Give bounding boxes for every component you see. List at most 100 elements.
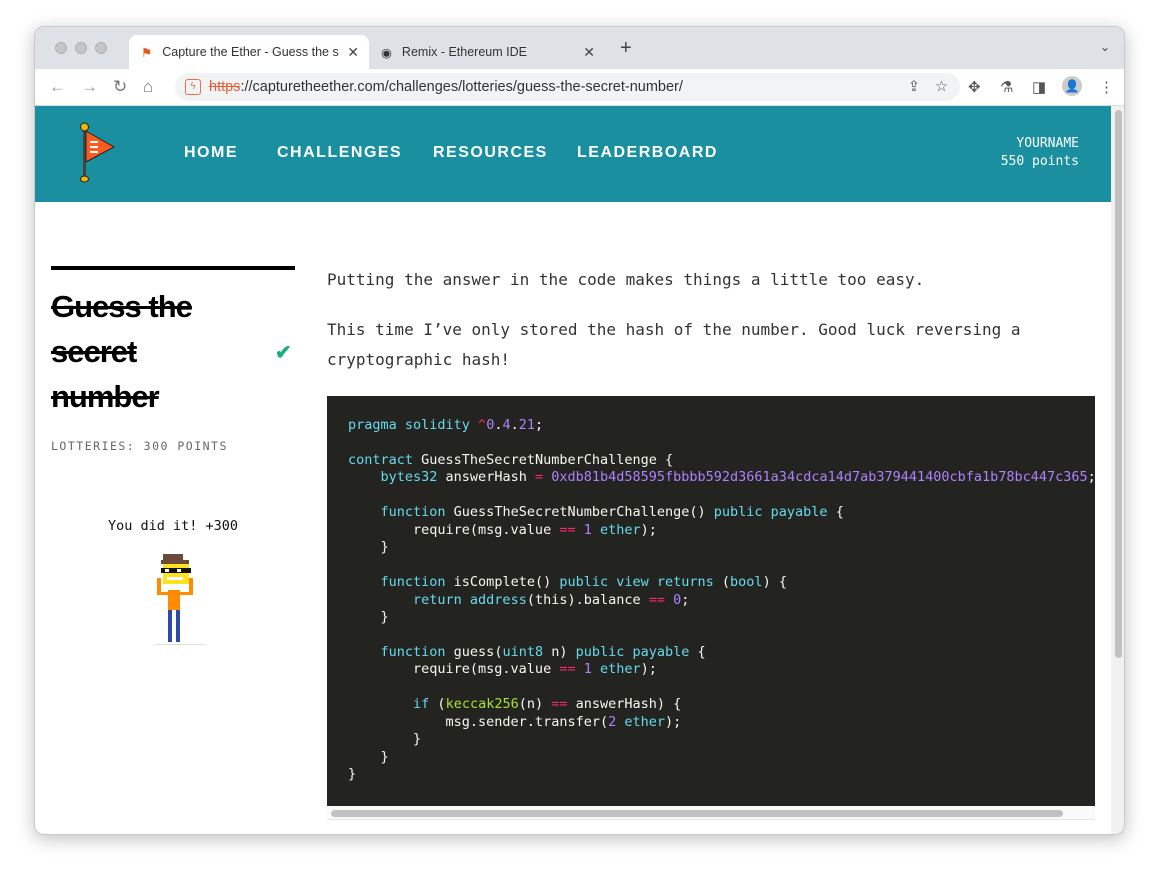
code-token: keccak256 (445, 696, 519, 713)
lab-icon[interactable]: ⚗ (1000, 78, 1013, 96)
code-token: (this).balance (526, 591, 649, 608)
extensions-icon[interactable]: ✥ (968, 78, 981, 96)
code-token: ; (535, 417, 544, 433)
tab-search-chevron-icon[interactable]: ⌄ (1100, 40, 1110, 54)
code-token: ; (1087, 469, 1095, 486)
code-token: guess( (445, 643, 503, 660)
user-points: 550 points (1000, 154, 1079, 169)
code-token: ( (429, 696, 446, 713)
close-tab-icon[interactable]: ✕ (583, 44, 595, 61)
home-icon[interactable]: ⌂ (143, 77, 153, 97)
code-token: (n) (518, 696, 552, 713)
code-token: == (559, 521, 576, 538)
code-token: 1 (575, 661, 592, 678)
code-block: ​pragma solidity ^0.4.21;​​contract Gues… (327, 396, 1095, 806)
completed-check-icon: ✔ (275, 342, 292, 364)
forward-icon[interactable]: → (81, 77, 98, 97)
code-token: GuessTheSecretNumberChallenge() (445, 504, 714, 521)
code-token: 1 (575, 521, 592, 538)
code-token: ) { (762, 574, 787, 591)
code-token: uint8 (502, 643, 544, 660)
tab-remix[interactable]: ◉ Remix - Ethereum IDE ✕ (369, 35, 605, 69)
code-line: ​ (348, 487, 1095, 504)
toolbar: ← → ↻ ⌂ ϟ https://capturetheether.com/ch… (35, 69, 1124, 106)
code-token: contract (348, 451, 414, 468)
code-line: ​ require(msg.value == 1 ether); (348, 522, 1095, 539)
code-token: require(msg.value (348, 661, 560, 678)
minimize-window-button[interactable] (75, 42, 87, 54)
close-window-button[interactable] (55, 42, 67, 54)
code-line: ​pragma solidity ^0.4.21; (348, 417, 1095, 434)
code-token: pragma solidity (348, 417, 479, 433)
nav-challenges[interactable]: CHALLENGES (277, 144, 402, 162)
menu-kebab-icon[interactable]: ⋮ (1099, 78, 1114, 96)
nav-home[interactable]: HOME (184, 144, 238, 162)
address-bar[interactable]: ϟ https://capturetheether.com/challenges… (175, 73, 960, 101)
code-line: ​ } (348, 609, 1095, 626)
code-token: ether (591, 661, 641, 678)
code-token: } (348, 539, 389, 556)
code-token: return address (413, 591, 527, 608)
code-token: == (648, 591, 666, 608)
code-token: function (380, 504, 446, 521)
code-line: ​ (348, 626, 1095, 643)
title-rule (51, 266, 295, 270)
description-2: This time I’ve only stored the hash of t… (327, 320, 1021, 369)
code-line: ​ function isComplete() public view retu… (348, 574, 1095, 591)
page-vertical-scrollbar[interactable] (1111, 106, 1124, 834)
back-icon[interactable]: ← (49, 77, 66, 97)
code-token: if (413, 696, 430, 713)
tab-title: Remix - Ethereum IDE (401, 45, 527, 59)
tab-capture-the-ether[interactable]: ⚑ Capture the Ether - Guess the s ✕ (129, 35, 369, 69)
code-token: answerHash (437, 469, 535, 486)
code-line: ​ require(msg.value == 1 ether); (348, 661, 1095, 678)
profile-avatar-icon[interactable]: 👤 (1062, 76, 1082, 96)
code-token: n) (543, 643, 576, 660)
code-line: ​ if (keccak256(n) == answerHash) { (348, 696, 1095, 713)
code-token: ( (713, 574, 731, 591)
code-line: ​ bytes32 answerHash = 0xdb81b4d58595fbb… (348, 469, 1095, 486)
code-line: ​ msg.sender.transfer(2 ether); (348, 714, 1095, 731)
code-token: 2 (608, 713, 617, 730)
code-token: == (551, 696, 568, 713)
code-token: ; (681, 591, 690, 608)
user-info[interactable]: YOURNAME 550 points (1001, 135, 1079, 171)
url-text: ://capturetheether.com/challenges/lotter… (240, 79, 683, 95)
nav-resources[interactable]: RESOURCES (433, 144, 548, 162)
code-token: bool (730, 574, 763, 591)
flag-icon: ⚑ (141, 45, 153, 60)
code-token: ); (640, 661, 657, 678)
code-token: 0 (665, 591, 682, 608)
code-token: isComplete() (445, 574, 560, 591)
code-token: } (348, 766, 357, 783)
code-line: ​ } (348, 731, 1095, 748)
code-token: } (348, 731, 422, 748)
logo-flag-icon[interactable] (77, 122, 117, 184)
code-line: ​} (348, 766, 1095, 783)
code-line: ​contract GuessTheSecretNumberChallenge … (348, 452, 1095, 469)
success-message: You did it! +300 (107, 518, 239, 534)
browser-window: ⚑ Capture the Ether - Guess the s ✕ ◉ Re… (34, 26, 1125, 835)
page-content: HOME CHALLENGES RESOURCES LEADERBOARD YO… (35, 106, 1111, 834)
code-token: 4 (502, 417, 511, 433)
code-token: ); (665, 713, 682, 730)
code-horizontal-scrollbar[interactable] (327, 806, 1095, 820)
new-tab-button[interactable]: + (620, 37, 632, 60)
code-token: 21 (518, 417, 536, 433)
nav-leaderboard[interactable]: LEADERBOARD (577, 144, 718, 162)
close-tab-icon[interactable]: ✕ (347, 44, 359, 61)
code-token: } (348, 748, 389, 765)
reload-icon[interactable]: ↻ (113, 77, 127, 97)
code-token: { (689, 643, 706, 660)
maximize-window-button[interactable] (95, 42, 107, 54)
share-icon[interactable]: ⇪ (908, 79, 920, 95)
code-line: ​ return address(this).balance == 0; (348, 592, 1095, 609)
code-token: public view returns (559, 574, 714, 591)
bookmark-star-icon[interactable]: ☆ (935, 79, 948, 95)
side-panel-icon[interactable]: ◨ (1032, 78, 1046, 96)
